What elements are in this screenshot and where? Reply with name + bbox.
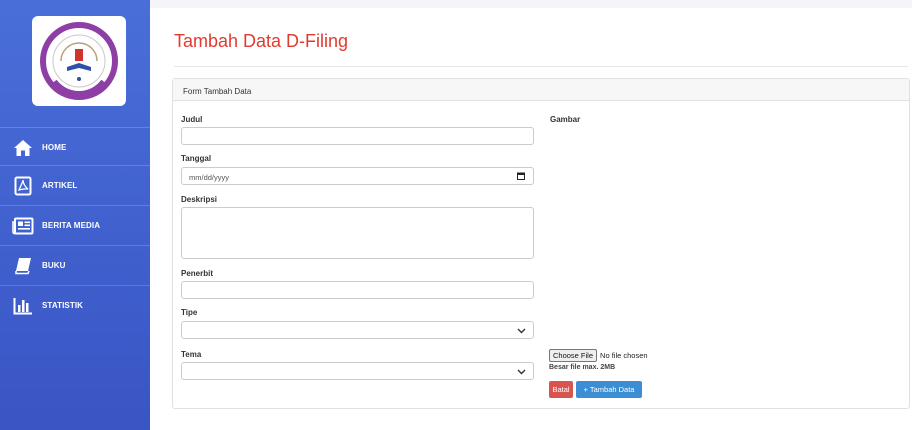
bar-chart-icon: [12, 295, 34, 317]
file-status: No file chosen: [600, 351, 648, 360]
sidebar-item-label: BERITA MEDIA: [42, 221, 101, 230]
logo-emblem-icon: [40, 22, 118, 100]
tanggal-label: Tanggal: [181, 154, 212, 163]
tipe-label: Tipe: [181, 308, 198, 317]
sidebar: HOME ARTIKEL BERITA MEDIA BUKU STATISTIK: [0, 0, 150, 430]
add-data-button[interactable]: + Tambah Data: [576, 381, 642, 398]
tanggal-placeholder: mm/dd/yyyy: [189, 173, 230, 182]
calendar-icon[interactable]: [517, 172, 525, 180]
deskripsi-label: Deskripsi: [181, 195, 218, 204]
pdf-document-icon: [12, 175, 34, 197]
logo[interactable]: [32, 16, 126, 106]
tema-label: Tema: [181, 350, 202, 359]
sidebar-item-label: ARTIKEL: [42, 181, 78, 190]
file-size-note: Besar file max. 2MB: [549, 364, 616, 371]
tanggal-date-input[interactable]: mm/dd/yyyy: [181, 167, 534, 185]
sidebar-item-label: STATISTIK: [42, 301, 84, 310]
chevron-down-icon: [517, 369, 526, 375]
sidebar-item-berita-media[interactable]: BERITA MEDIA: [0, 205, 150, 245]
deskripsi-textarea[interactable]: [181, 207, 534, 259]
penerbit-input[interactable]: [181, 281, 534, 299]
tema-select[interactable]: [181, 362, 534, 380]
chevron-down-icon: [517, 328, 526, 334]
sidebar-item-home[interactable]: HOME: [0, 127, 150, 167]
sidebar-item-label: BUKU: [42, 261, 66, 270]
judul-input[interactable]: [181, 127, 534, 145]
sidebar-item-statistik[interactable]: STATISTIK: [0, 285, 150, 325]
tipe-select[interactable]: [181, 321, 534, 339]
newspaper-icon: [12, 215, 34, 237]
choose-file-button[interactable]: Choose File: [549, 349, 598, 362]
judul-label: Judul: [181, 115, 203, 124]
page-title: Tambah Data D-Filing: [174, 31, 349, 51]
form-card: Form Tambah Data Judul Tanggal mm/dd/yyy…: [172, 78, 910, 409]
penerbit-label: Penerbit: [181, 269, 214, 278]
sidebar-item-buku[interactable]: BUKU: [0, 245, 150, 285]
cancel-button[interactable]: Batal: [549, 381, 573, 398]
sidebar-item-artikel[interactable]: ARTIKEL: [0, 165, 150, 205]
card-header: Form Tambah Data: [173, 79, 909, 101]
gambar-label: Gambar: [550, 115, 581, 124]
title-divider: [174, 66, 908, 67]
file-input[interactable]: Choose File No file chosen: [549, 349, 648, 362]
top-bar: [150, 0, 912, 8]
sidebar-item-label: HOME: [42, 143, 67, 152]
home-icon: [12, 137, 34, 159]
book-icon: [12, 255, 34, 277]
